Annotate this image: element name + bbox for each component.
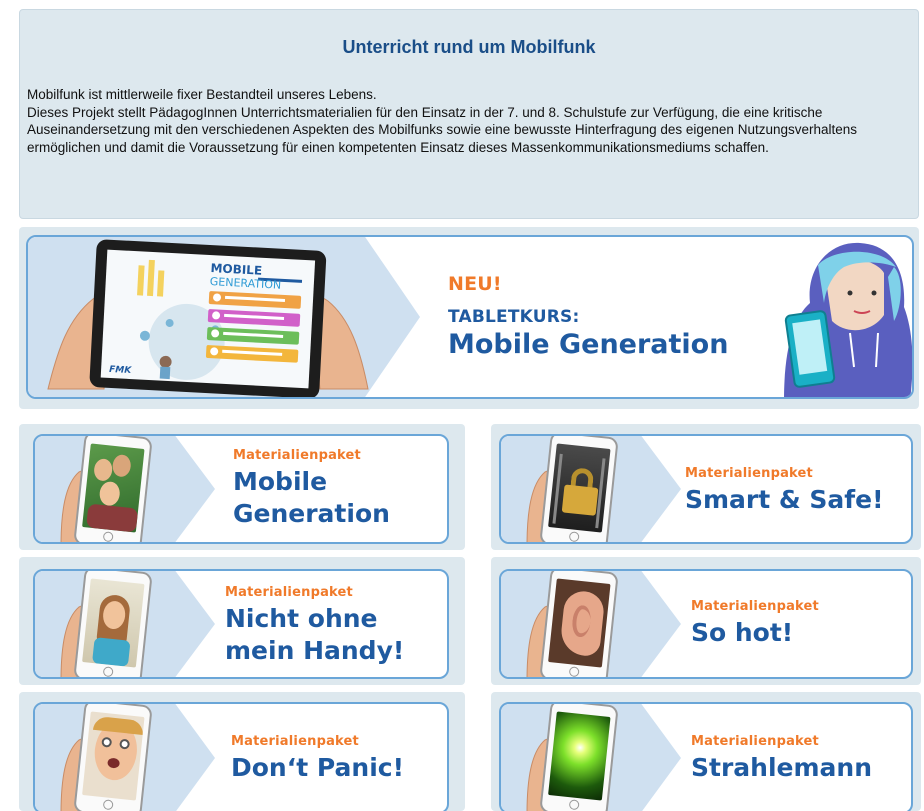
package-title-line-1: So hot! — [691, 618, 794, 647]
intro-text: Mobilfunk ist mittlerweile fixer Bestand… — [27, 86, 912, 156]
package-card-strahlemann[interactable]: Materialienpaket Strahlemann — [499, 702, 913, 811]
shocked-face-phone-icon — [73, 704, 153, 811]
package-card-nicht-ohne[interactable]: Materialienpaket Nicht ohne mein Handy! — [33, 569, 449, 679]
package-kicker: Materialienpaket — [691, 734, 819, 749]
package-title-line-2: mein Handy! — [225, 636, 405, 665]
page-title: Unterricht rund um Mobilfunk — [342, 37, 596, 57]
padlock-phone-icon — [539, 436, 619, 542]
package-card-mobile-generation[interactable]: Materialienpaket Mobile Generation — [33, 434, 449, 544]
course-label: TABLETKURS: — [448, 307, 580, 327]
intro-line-1: Mobilfunk ist mittlerweile fixer Bestand… — [27, 87, 377, 102]
package-wrap: Materialienpaket Don‘t Panic! — [19, 692, 465, 811]
ear-phone-icon — [539, 571, 619, 677]
package-kicker: Materialienpaket — [225, 585, 353, 600]
package-kicker: Materialienpaket — [685, 466, 813, 481]
calling-woman-phone-icon — [73, 571, 153, 677]
package-wrap: Materialienpaket Mobile Generation — [19, 424, 465, 550]
package-title-line-1: Nicht ohne — [225, 604, 378, 633]
package-title-line-1: Mobile — [233, 467, 328, 496]
intro-paragraph: Dieses Projekt stellt PädagogInnen Unter… — [27, 104, 858, 155]
group-selfie-phone-icon — [73, 436, 153, 542]
package-card-smart-safe[interactable]: Materialienpaket Smart & Safe! — [499, 434, 913, 544]
package-kicker: Materialienpaket — [691, 599, 819, 614]
course-title: Mobile Generation — [448, 329, 729, 360]
package-wrap: Materialienpaket Smart & Safe! — [491, 424, 921, 550]
package-wrap: Materialienpaket Nicht ohne mein Handy! — [19, 557, 465, 685]
tablet-course-banner[interactable]: MOBILE GENERATION FMK NEU! TABLETKURS: M… — [26, 235, 914, 399]
package-title-line-2: Generation — [233, 499, 390, 528]
package-wrap: Materialienpaket Strahlemann — [491, 692, 921, 811]
package-kicker: Materialienpaket — [233, 448, 361, 463]
package-title-line-1: Strahlemann — [691, 753, 872, 782]
new-label: NEU! — [448, 273, 502, 295]
radiation-burst-phone-icon — [539, 704, 619, 811]
hooded-girl-icon — [784, 242, 912, 397]
package-card-so-hot[interactable]: Materialienpaket So hot! — [499, 569, 913, 679]
intro-panel: Unterricht rund um Mobilfunk Mobilfunk i… — [19, 9, 919, 219]
package-card-dont-panic[interactable]: Materialienpaket Don‘t Panic! — [33, 702, 449, 811]
package-title-line-1: Smart & Safe! — [685, 485, 884, 514]
tablet-hands-icon: MOBILE GENERATION FMK — [47, 239, 369, 397]
package-wrap: Materialienpaket So hot! — [491, 557, 921, 685]
tablet-logo: FMK — [109, 365, 133, 376]
package-title-line-1: Don‘t Panic! — [231, 753, 404, 782]
package-kicker: Materialienpaket — [231, 734, 359, 749]
hero-wrap: MOBILE GENERATION FMK NEU! TABLETKURS: M… — [19, 227, 919, 409]
